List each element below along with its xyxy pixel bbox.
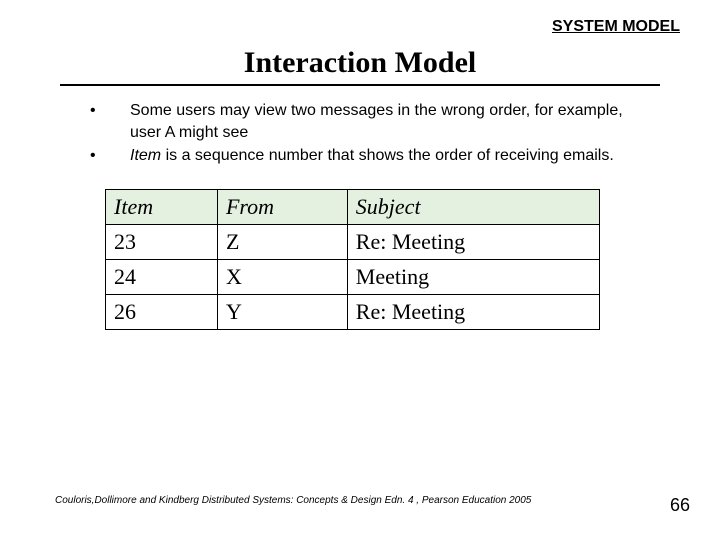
table-row: 23 Z Re: Meeting [106,224,600,259]
table-header-row: Item From Subject [106,189,600,224]
email-table: Item From Subject 23 Z Re: Meeting 24 X … [105,189,600,330]
bullet-italic-lead: Item [130,147,161,164]
bullet-text: Some users may view two messages in the … [130,102,623,141]
cell-from: Z [217,224,347,259]
cell-item: 24 [106,259,218,294]
title-rule: Interaction Model [60,46,660,86]
col-header-subject: Subject [347,189,599,224]
list-item: Item is a sequence number that shows the… [90,145,650,167]
cell-item: 23 [106,224,218,259]
col-header-item: Item [106,189,218,224]
cell-subject: Re: Meeting [347,224,599,259]
page-title: Interaction Model [60,46,660,80]
table-row: 24 X Meeting [106,259,600,294]
cell-subject: Meeting [347,259,599,294]
col-header-from: From [217,189,347,224]
page-number: 66 [670,495,690,516]
bullet-text: is a sequence number that shows the orde… [161,147,614,164]
list-item: Some users may view two messages in the … [90,100,650,143]
footer-citation: Couloris,Dollimore and Kindberg Distribu… [55,495,531,506]
cell-item: 26 [106,294,218,329]
cell-from: X [217,259,347,294]
bullet-list: Some users may view two messages in the … [90,100,650,167]
table-row: 26 Y Re: Meeting [106,294,600,329]
cell-subject: Re: Meeting [347,294,599,329]
cell-from: Y [217,294,347,329]
system-model-header: SYSTEM MODEL [0,0,720,36]
